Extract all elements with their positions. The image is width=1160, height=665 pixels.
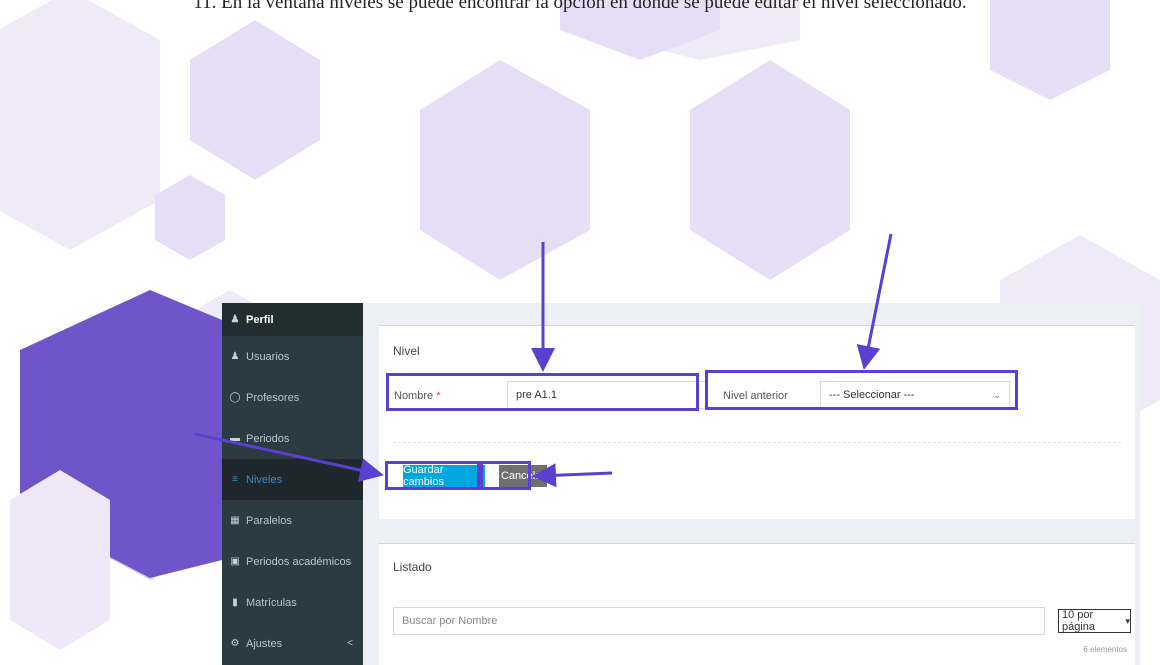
sidebar-item-label: Niveles [246,473,283,486]
form-divider [393,442,1121,443]
sidebar-item-profesores[interactable]: ◯ Profesores [222,377,363,418]
nombre-highlight-box [386,373,699,411]
sidebar-item-matriculas[interactable]: ▮ Matrículas [222,582,363,623]
sidebar-item-label: Perfil [246,313,274,326]
sidebar-item-usuarios[interactable]: ♟ Usuarios [222,336,363,377]
item-count: 6 elementos [1083,645,1127,654]
instruction-caption: 11. En la ventana niveles se puede encon… [193,0,967,13]
sidebar-item-label: Periodos [246,432,290,445]
page-size-select[interactable]: 10 por página ▾ [1058,609,1131,633]
book-icon: ▮ [232,597,238,608]
sidebar-item-label: Periodos académicos [246,555,352,568]
users-icon: ♟ [230,351,240,362]
list-icon: ≡ [232,474,238,485]
calendar-block-icon: ▬ [230,433,240,444]
sidebar-item-periodos[interactable]: ▬ Periodos [222,418,363,459]
sidebar-item-label: Paralelos [246,514,292,527]
list-box-title: Listado [393,560,432,574]
listado-box: Listado Buscar por Nombre 10 por página … [379,543,1135,665]
form-box-title: Nivel [393,344,420,358]
sidebar-item-perfil[interactable]: ♟ Perfil [222,303,363,336]
app-window: ♟ Perfil ♟ Usuarios ◯ Profesores ▬ Perio… [222,303,1140,665]
save-highlight-box [385,461,480,490]
sidebar-item-label: Matrículas [246,596,297,609]
page-size-selected: 10 por página [1062,609,1096,633]
sidebar-item-ajustes[interactable]: ⚙ Ajustes < [222,623,363,664]
gear-icon: ⚙ [230,638,240,649]
user-icon: ♟ [230,314,240,325]
nivel-anterior-highlight-box [705,370,1018,410]
chevron-left-icon: < [347,638,353,649]
sidebar-item-label: Usuarios [246,350,290,363]
calendar-icon: ▣ [230,556,240,567]
sidebar: ♟ Perfil ♟ Usuarios ◯ Profesores ▬ Perio… [222,303,363,665]
sidebar-item-periodos-academicos[interactable]: ▣ Periodos académicos [222,541,363,582]
cancel-highlight-box [480,461,531,490]
table-icon: ▦ [230,515,240,526]
chevron-down-icon: ▾ [1125,615,1130,626]
search-input[interactable]: Buscar por Nombre [393,607,1045,635]
sidebar-item-label: Ajustes [246,637,283,650]
sidebar-item-paralelos[interactable]: ▦ Paralelos [222,500,363,541]
profile-circle-icon: ◯ [229,392,241,403]
sidebar-item-niveles[interactable]: ≡ Niveles [222,459,363,500]
sidebar-item-label: Profesores [246,391,300,404]
